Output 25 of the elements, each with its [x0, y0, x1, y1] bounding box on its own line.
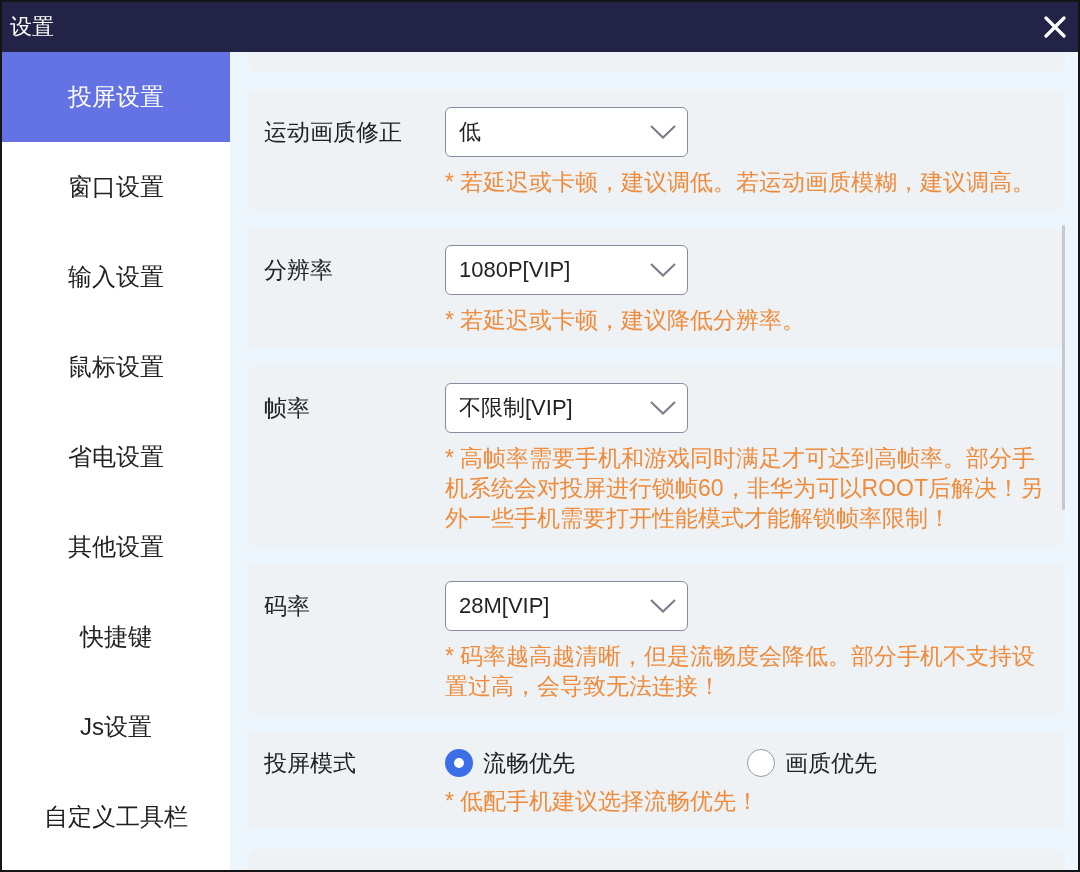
- chevron-down-icon: [650, 599, 676, 613]
- hint-text: * 低配手机建议选择流畅优先！: [445, 787, 761, 816]
- sidebar-item[interactable]: 投屏设置: [2, 52, 230, 142]
- chevron-down-icon: [650, 401, 676, 415]
- dropdown[interactable]: 不限制[VIP]: [445, 383, 688, 433]
- window-title: 设置: [10, 13, 54, 41]
- chevron-down-icon: [650, 263, 676, 277]
- scrollbar-thumb[interactable]: [1062, 225, 1065, 510]
- dropdown[interactable]: 1080P[VIP]: [445, 245, 688, 295]
- close-button[interactable]: [1044, 16, 1066, 38]
- close-icon: [1044, 16, 1066, 38]
- setting-label: 帧率: [264, 393, 311, 423]
- radio-option[interactable]: 画质优先: [747, 747, 1049, 779]
- hint-text: * 若延迟或卡顿，建议降低分辨率。: [445, 306, 807, 335]
- hint-text: * 高帧率需要手机和游戏同时满足才可达到高帧率。部分手机系统会对投屏进行锁帧60，非华为可以ROOT后解决！另外一些手机需要打开性能模式才能解锁帧率限制！: [445, 444, 1045, 533]
- radio-option[interactable]: 流畅优先: [445, 747, 747, 779]
- setting-label: 投屏模式: [264, 749, 357, 778]
- chevron-down-icon: [650, 125, 676, 139]
- dropdown[interactable]: 28M[VIP]: [445, 581, 688, 631]
- setting-label: 码率: [264, 591, 311, 621]
- dropdown[interactable]: 低: [445, 107, 688, 157]
- setting-label: 运动画质修正: [264, 117, 403, 147]
- hint-text: * 码率越高越清晰，但是流畅度会降低。部分手机不支持设置过高，会导致无法连接！: [445, 642, 1037, 701]
- setting-label: 分辨率: [264, 255, 334, 285]
- hint-text: * 若延迟或卡顿，建议调低。若运动画质模糊，建议调高。: [445, 168, 1037, 197]
